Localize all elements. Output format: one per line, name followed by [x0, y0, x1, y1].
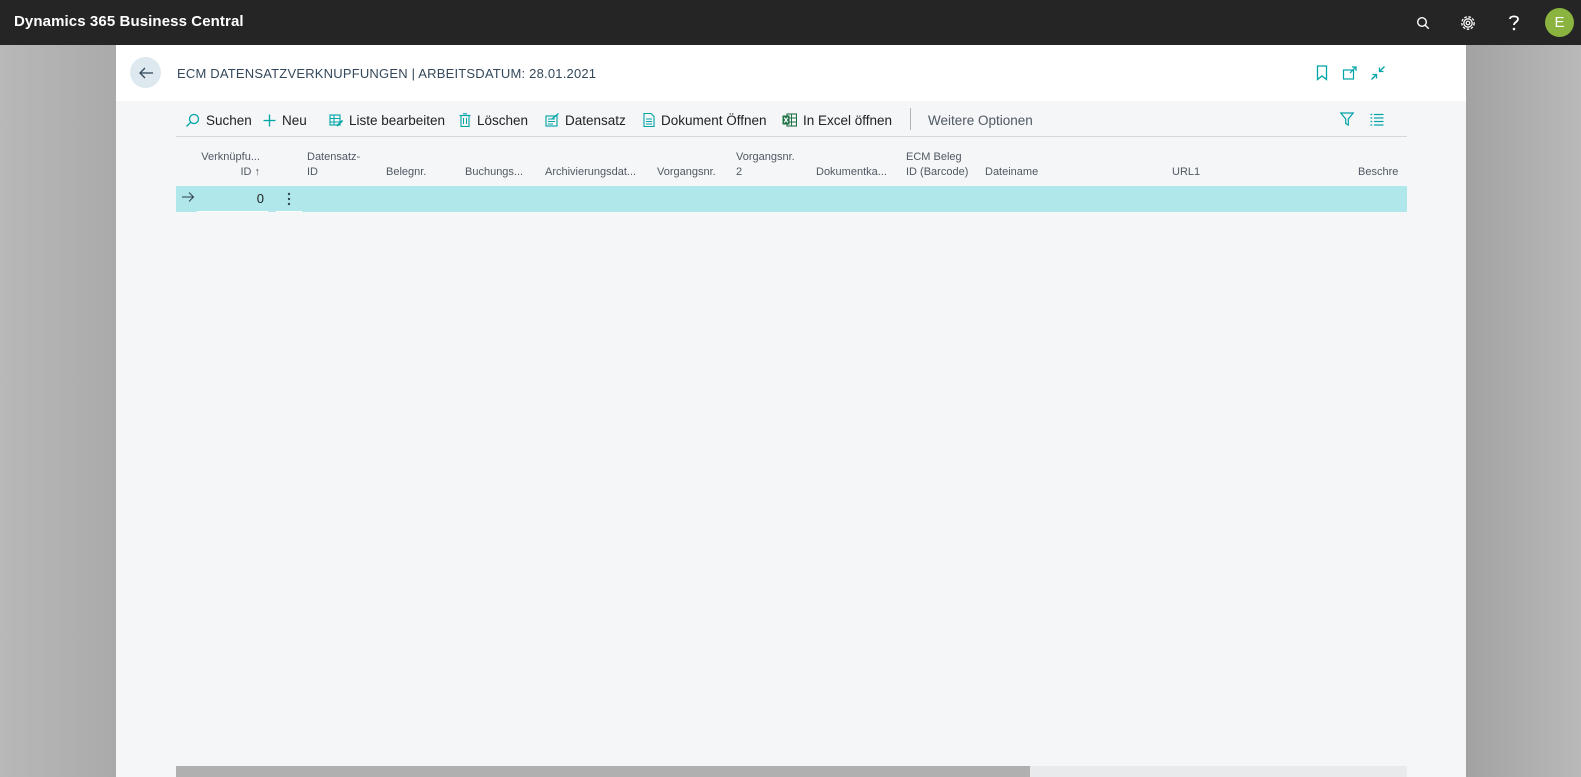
edit-list-label: Liste bearbeiten — [349, 112, 446, 128]
list-page: ECM DATENSATZVERKNUPFUNGEN | ARBEITSDATU… — [116, 45, 1466, 777]
row-menu-button[interactable] — [276, 186, 302, 212]
record-icon — [545, 113, 559, 127]
plus-icon — [263, 114, 276, 126]
background-overlay-left — [0, 45, 116, 777]
collapse-icon[interactable] — [1369, 64, 1387, 82]
avatar[interactable]: E — [1545, 8, 1574, 37]
bookmark-icon[interactable] — [1313, 64, 1331, 82]
column-header-url1[interactable]: URL1 — [1172, 165, 1200, 180]
new-label: Neu — [282, 112, 307, 128]
column-header-document-no[interactable]: Belegnr. — [386, 165, 426, 180]
sort-ascending-indicator: ID ↑ — [240, 166, 260, 178]
action-separator — [910, 108, 911, 130]
open-in-excel-button[interactable]: In Excel öffnen — [782, 111, 892, 129]
back-arrow-icon — [138, 67, 153, 78]
open-document-button[interactable]: Dokument Öffnen — [643, 111, 767, 129]
column-header-process-no-2[interactable]: Vorgangsnr. 2 — [736, 150, 795, 180]
column-header-link-id[interactable]: Verknüpfu... ID ↑ — [200, 150, 260, 180]
column-header-archive-date[interactable]: Archivierungsdat... — [545, 165, 636, 180]
record-button[interactable]: Datensatz — [545, 111, 626, 129]
action-bar: Suchen Neu Liste bearbeiten Löschen Date… — [176, 101, 1407, 137]
document-icon — [643, 113, 655, 127]
column-header-document-category[interactable]: Dokumentka... — [816, 165, 887, 180]
page-header: ECM DATENSATZVERKNUPFUNGEN | ARBEITSDATU… — [116, 45, 1466, 101]
column-header-record-id[interactable]: Datensatz- ID — [307, 150, 360, 180]
more-options-button[interactable]: Weitere Optionen — [928, 111, 1033, 129]
edit-list-button[interactable]: Liste bearbeiten — [329, 111, 445, 129]
edit-list-icon — [329, 114, 343, 127]
search-action-button[interactable]: Suchen — [185, 111, 252, 129]
table-row[interactable]: 0 — [176, 186, 1407, 212]
app-topbar: Dynamics 365 Business Central E — [0, 0, 1581, 45]
background-overlay-right — [1466, 45, 1581, 777]
link-id-cell[interactable]: 0 — [197, 186, 268, 212]
gear-icon[interactable] — [1454, 9, 1482, 37]
app-title: Dynamics 365 Business Central — [14, 13, 244, 30]
column-header-description[interactable]: Beschre — [1358, 165, 1407, 180]
page-title: ECM DATENSATZVERKNUPFUNGEN | ARBEITSDATU… — [177, 66, 597, 81]
more-vertical-icon — [287, 192, 291, 205]
delete-label: Löschen — [477, 112, 529, 128]
back-button[interactable] — [130, 57, 161, 88]
current-row-arrow-icon — [182, 192, 195, 202]
open-new-window-icon[interactable] — [1341, 64, 1359, 82]
search-icon — [186, 113, 200, 127]
search-icon[interactable] — [1409, 9, 1437, 37]
help-icon[interactable] — [1500, 9, 1528, 37]
new-button[interactable]: Neu — [263, 111, 307, 129]
open-document-label: Dokument Öffnen — [661, 112, 767, 128]
record-label: Datensatz — [565, 112, 626, 128]
filter-button[interactable] — [1340, 110, 1360, 128]
search-action-label: Suchen — [206, 112, 252, 128]
filter-icon — [1340, 112, 1354, 126]
open-in-excel-label: In Excel öffnen — [803, 112, 893, 128]
list-icon — [1370, 113, 1384, 126]
delete-button[interactable]: Löschen — [459, 111, 528, 129]
excel-icon — [782, 113, 797, 127]
horizontal-scrollbar[interactable] — [176, 766, 1407, 777]
more-options-label: Weitere Optionen — [928, 112, 1033, 128]
column-header-process-no[interactable]: Vorgangsnr. — [657, 165, 716, 180]
column-header-file-name[interactable]: Dateiname — [985, 165, 1038, 180]
column-header-posting[interactable]: Buchungs... — [465, 165, 523, 180]
column-header-ecm-barcode[interactable]: ECM Beleg ID (Barcode) — [906, 150, 968, 180]
list-view-button[interactable] — [1370, 110, 1390, 128]
scrollbar-thumb[interactable] — [176, 766, 1030, 777]
trash-icon — [459, 113, 471, 127]
